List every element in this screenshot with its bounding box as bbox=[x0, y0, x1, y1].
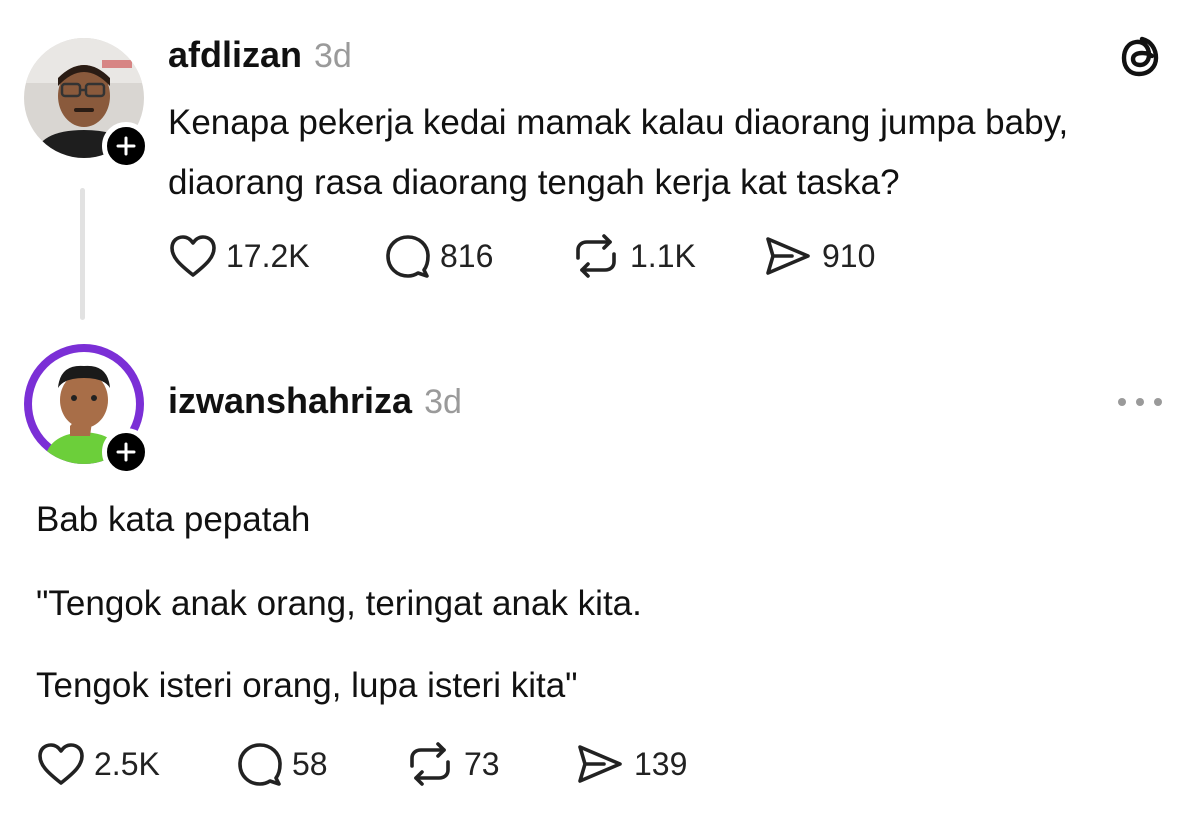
more-horizontal-icon bbox=[1118, 398, 1162, 406]
like-count: 2.5K bbox=[94, 745, 160, 782]
comment-bubble-icon bbox=[238, 743, 282, 786]
send-icon bbox=[766, 237, 810, 275]
post-header: afdlizan 3d bbox=[168, 34, 352, 76]
follow-button-afdlizan[interactable] bbox=[102, 122, 150, 170]
repost-count: 73 bbox=[464, 745, 500, 782]
plus-icon bbox=[116, 136, 136, 156]
post-header: izwanshahriza 3d bbox=[168, 380, 462, 422]
post-paragraph: "Tengok anak orang, teringat anak kita. bbox=[36, 584, 642, 623]
share-button[interactable]: 910 bbox=[762, 232, 875, 280]
post-paragraph: Tengok isteri orang, lupa isteri kita" bbox=[36, 666, 578, 705]
plus-icon bbox=[116, 442, 136, 462]
send-icon bbox=[578, 745, 622, 783]
threads-logo-icon[interactable] bbox=[1118, 34, 1164, 85]
reply-count: 816 bbox=[440, 237, 494, 274]
reply-button[interactable]: 816 bbox=[384, 232, 493, 280]
share-button[interactable]: 139 bbox=[574, 740, 687, 788]
like-button[interactable]: 2.5K bbox=[36, 740, 160, 788]
thread-connector-line bbox=[80, 188, 85, 320]
share-count: 139 bbox=[634, 745, 688, 782]
threads-conversation: afdlizan 3d Kenapa pekerja kedai mamak k… bbox=[0, 0, 1200, 827]
post-time: 3d bbox=[424, 383, 462, 421]
more-options-button[interactable] bbox=[1116, 392, 1164, 417]
follow-button-izwanshahriza[interactable] bbox=[102, 428, 150, 476]
heart-icon bbox=[170, 235, 216, 277]
comment-bubble-icon bbox=[386, 235, 430, 278]
reply-button[interactable]: 58 bbox=[236, 740, 328, 788]
post-body: Kenapa pekerja kedai mamak kalau diaoran… bbox=[168, 103, 1069, 202]
repost-button[interactable]: 73 bbox=[404, 740, 500, 788]
reply-count: 58 bbox=[292, 745, 328, 782]
username[interactable]: izwanshahriza bbox=[168, 380, 412, 422]
username[interactable]: afdlizan bbox=[168, 34, 302, 76]
repost-icon bbox=[410, 742, 450, 786]
post-paragraph: Bab kata pepatah bbox=[36, 500, 311, 539]
share-count: 910 bbox=[822, 237, 876, 274]
post-time: 3d bbox=[314, 37, 352, 75]
repost-button[interactable]: 1.1K bbox=[570, 232, 696, 280]
repost-icon bbox=[576, 234, 616, 278]
heart-icon bbox=[38, 743, 84, 785]
like-button[interactable]: 17.2K bbox=[168, 232, 310, 280]
repost-count: 1.1K bbox=[630, 237, 696, 274]
like-count: 17.2K bbox=[226, 237, 310, 274]
